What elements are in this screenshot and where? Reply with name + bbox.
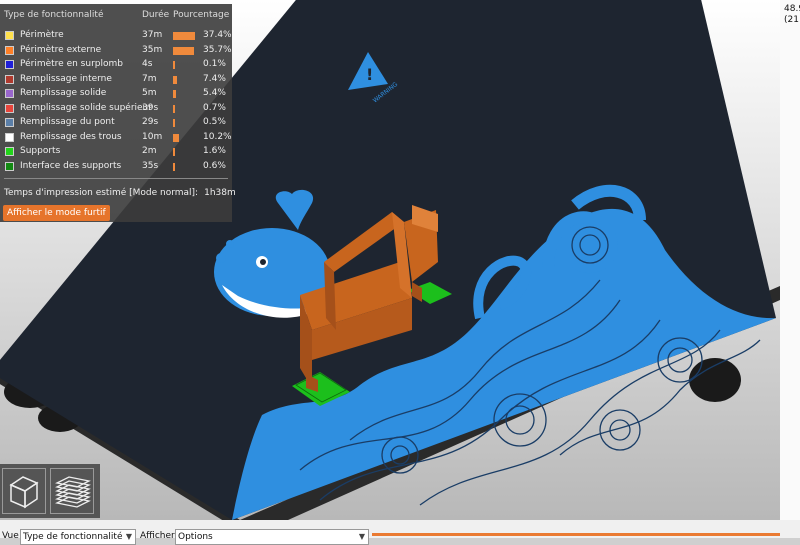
options-select[interactable]: Options ▼: [175, 529, 369, 545]
feature-name: Interface des supports: [20, 160, 122, 171]
color-swatch: [5, 31, 14, 40]
feature-duration: 7m: [142, 73, 157, 84]
bed-foot: [689, 358, 741, 402]
feature-name: Remplissage solide: [20, 88, 107, 98]
3d-viewport[interactable]: ! WARNING Type de fonctionnalité Durée P…: [0, 0, 780, 520]
feature-name: Périmètre: [20, 30, 64, 40]
show-label: Afficher: [140, 531, 175, 541]
percent-bar: [173, 162, 175, 171]
view-select[interactable]: Type de fonctionnalité ▼: [20, 529, 136, 545]
layer-slider[interactable]: [372, 533, 780, 536]
feature-legend-panel: Type de fonctionnalité Durée Pourcentage…: [0, 4, 236, 222]
legend-row: Remplissage des trous 10m 10.2%: [0, 131, 232, 145]
legend-row: Supports 2m 1.6%: [0, 145, 232, 159]
feature-duration: 37m: [142, 30, 163, 40]
legend-header-percent: Pourcentage: [173, 10, 230, 20]
feature-name: Remplissage solide supérieur: [20, 102, 152, 113]
color-swatch: [5, 45, 14, 55]
feature-percent: 0.5%: [203, 117, 226, 127]
bottom-toolbar: Vue Type de fonctionnalité ▼ Afficher Op…: [0, 520, 800, 545]
color-swatch: [5, 103, 14, 113]
feature-duration: 2m: [142, 146, 157, 156]
legend-row: Remplissage solide supérieur 39s 0.7%: [0, 102, 232, 116]
legend-row: Interface des supports 35s 0.6%: [0, 160, 232, 174]
feature-percent: 37.4%: [203, 30, 232, 40]
legend-row: Remplissage solide 5m 5.4%: [0, 87, 232, 101]
feature-percent: 7.4%: [203, 73, 226, 84]
color-swatch: [5, 89, 14, 98]
estimated-time: Temps d'impression estimé [Mode normal]:…: [4, 188, 236, 198]
feature-duration: 35m: [142, 44, 163, 55]
feature-name: Remplissage des trous: [20, 131, 122, 142]
view-select-value: Type de fonctionnalité: [23, 532, 123, 542]
feature-percent: 1.6%: [203, 146, 226, 156]
view-label: Vue: [2, 531, 19, 541]
layers-icon[interactable]: [50, 468, 94, 514]
color-swatch: [5, 132, 14, 142]
feature-name: Supports: [20, 146, 61, 156]
feature-duration: 10m: [142, 131, 163, 142]
feature-name: Périmètre en surplomb: [20, 59, 123, 69]
cube-icon[interactable]: [2, 468, 46, 514]
chevron-down-icon: ▼: [125, 532, 132, 541]
legend-divider: [4, 178, 228, 179]
feature-duration: 35s: [142, 160, 159, 171]
legend-row: Périmètre en surplomb 4s 0.1%: [0, 58, 232, 72]
color-swatch: [5, 161, 14, 171]
percent-bar: [173, 119, 175, 127]
feature-percent: 35.7%: [203, 44, 232, 55]
color-swatch: [5, 74, 14, 84]
feature-percent: 0.6%: [203, 160, 226, 171]
legend-header-type: Type de fonctionnalité: [4, 10, 104, 20]
feature-percent: 10.2%: [203, 131, 232, 142]
legend-row: Périmètre 37m 37.4%: [0, 29, 232, 43]
estimated-time-value: 1h38m: [204, 188, 236, 198]
feature-duration: 4s: [142, 59, 153, 69]
percent-bar: [173, 90, 177, 98]
feature-duration: 5m: [142, 88, 157, 98]
color-swatch: [5, 147, 14, 156]
feature-name: Périmètre externe: [20, 44, 102, 55]
percent-bar: [173, 133, 179, 142]
color-swatch: [5, 118, 14, 127]
percent-bar: [173, 104, 175, 113]
legend-row: Remplissage du pont 29s 0.5%: [0, 116, 232, 130]
percent-bar: [173, 32, 195, 40]
legend-header-duration: Durée: [142, 10, 170, 20]
chevron-down-icon: ▼: [358, 532, 365, 541]
right-panel-edge: [780, 0, 800, 538]
percent-bar: [173, 148, 175, 156]
feature-percent: 0.1%: [203, 59, 226, 69]
legend-row: Périmètre externe 35m 35.7%: [0, 44, 232, 58]
coordinate-readout-2: (21: [784, 15, 799, 25]
percent-bar: [173, 46, 194, 55]
stealth-mode-button[interactable]: Afficher le mode furtif: [3, 205, 110, 221]
feature-duration: 29s: [142, 117, 159, 127]
view-mode-toolbar: [0, 464, 100, 518]
feature-name: Remplissage du pont: [20, 117, 115, 127]
feature-name: Remplissage interne: [20, 73, 112, 84]
color-swatch: [5, 60, 14, 69]
estimated-time-label: Temps d'impression estimé [Mode normal]:: [4, 188, 199, 198]
percent-bar: [173, 61, 175, 69]
feature-duration: 39s: [142, 102, 159, 113]
legend-row: Remplissage interne 7m 7.4%: [0, 73, 232, 87]
feature-percent: 5.4%: [203, 88, 226, 98]
coordinate-readout-1: 48.9: [784, 4, 800, 14]
feature-percent: 0.7%: [203, 102, 226, 113]
options-select-value: Options: [178, 532, 213, 542]
svg-text:!: !: [366, 65, 373, 84]
percent-bar: [173, 75, 178, 84]
